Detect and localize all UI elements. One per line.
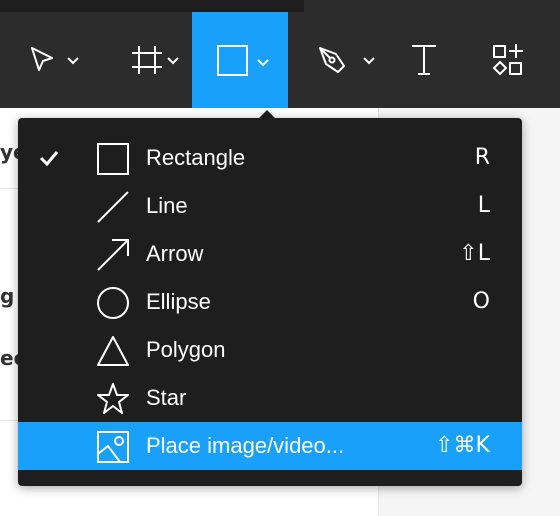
rectangle-icon [217,45,269,76]
pen-nib-icon [319,47,375,73]
ellipse-icon [97,287,129,319]
menu-item-label: Rectangle [146,145,246,170]
menu-item-label: Line [146,193,188,218]
menu-item-label: Star [146,385,187,410]
menu-item-shortcut: ⇧⌘K [435,433,490,458]
menu-item-label: Polygon [146,337,226,362]
polygon-icon [97,336,129,366]
move-cursor-icon [31,47,79,71]
text-tool-button[interactable] [396,12,452,108]
menu-item-shortcut: R [474,145,490,170]
pen-tool-button[interactable] [304,12,384,108]
arrow-icon [97,239,129,271]
menu-item-shortcut: L [477,193,490,218]
menu-item-rectangle[interactable]: Rectangle R [18,134,522,182]
star-icon [97,383,129,414]
shape-tools-menu: Rectangle R Line L Arrow ⇧L Ellipse O Po… [18,118,522,486]
checkmark-icon [39,151,59,167]
menu-item-shortcut: ⇧L [459,241,490,266]
top-strip [0,0,560,12]
frame-tool-button[interactable] [108,12,192,108]
app-window: ye g ee Rectangle R Line L Arrow ⇧L Elli… [0,0,560,516]
shapes-plus-icon [492,44,523,76]
text-t-icon [412,45,436,75]
layer-name-fragment: g [0,284,15,308]
line-icon [97,191,129,223]
menu-item-label: Place image/video... [146,433,345,458]
resources-tool-button[interactable] [478,12,534,108]
shape-tool-button[interactable] [192,12,288,108]
menu-item-polygon[interactable]: Polygon [18,326,522,374]
menu-item-shortcut: O [472,289,490,314]
menu-item-line[interactable]: Line L [18,182,522,230]
menu-item-star[interactable]: Star [18,374,522,422]
toolbar [0,12,560,108]
menu-item-ellipse[interactable]: Ellipse O [18,278,522,326]
rectangle-icon [97,143,129,175]
menu-item-arrow[interactable]: Arrow ⇧L [18,230,522,278]
image-icon [97,431,129,463]
menu-item-label: Ellipse [146,289,211,314]
move-tool-button[interactable] [12,12,96,108]
menu-item-label: Arrow [146,241,204,266]
menu-item-place-image[interactable]: Place image/video... ⇧⌘K [18,422,522,470]
frame-hash-icon [132,46,179,74]
